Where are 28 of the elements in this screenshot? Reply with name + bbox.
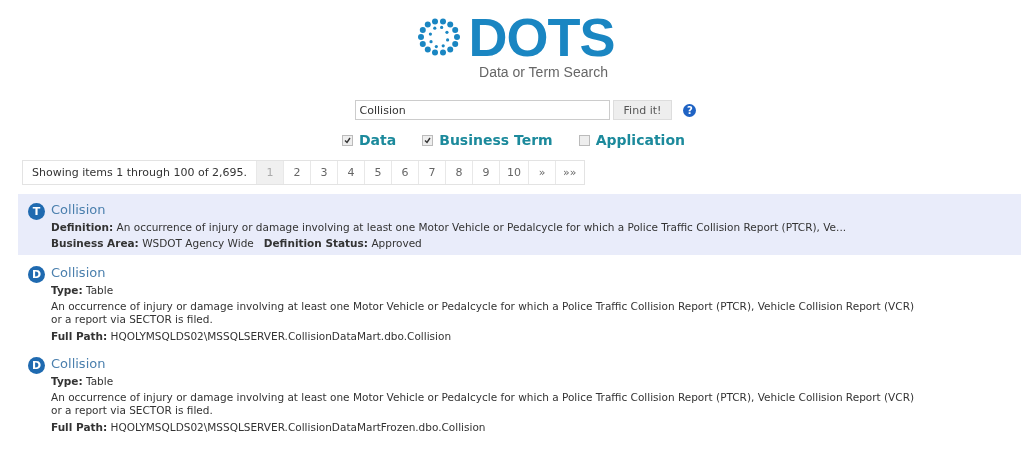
dots-logo-icon (416, 15, 463, 59)
result-title[interactable]: Collision (51, 356, 919, 371)
result-field: Definition: An occurrence of injury or damage involving at least one Motor Vehicle or Pedalcycle for which a Police Traffic Collision Report (PTCR), Ve... (51, 221, 847, 233)
result-title[interactable]: Collision (51, 265, 919, 280)
checkbox[interactable] (342, 134, 353, 146)
filter-label[interactable]: Data (359, 132, 397, 148)
results-summary: Showing items 1 through 100 of 2,695. (31, 165, 249, 181)
badge-icon: T (28, 203, 45, 220)
result-title[interactable]: Collision (51, 202, 847, 217)
find-button[interactable]: Find it! (612, 100, 673, 120)
logo-subtitle: Data or Term Search (479, 64, 608, 80)
search-field[interactable]: Collision (354, 100, 610, 120)
badge-icon: D (28, 357, 45, 374)
result-description: An occurrence of injury or damage involving at least one Motor Vehicle or Pedalcycle for which a Police Traffic Collision Report (PTCR), Vehicle Collision Report (VCR) or a report via SECTOR is filed. (51, 300, 916, 326)
result-field: Definition Status: Approved (263, 237, 422, 249)
logo-title: DOTS (468, 12, 615, 62)
filter-label[interactable]: Application (595, 132, 685, 148)
filter-label[interactable]: Business Term (439, 132, 553, 148)
result-field: Business Area: WSDOT Agency Wide (51, 237, 254, 249)
help-icon[interactable]: ? (683, 103, 697, 117)
result-description: An occurrence of injury or damage involving at least one Motor Vehicle or Pedalcycle for which a Police Traffic Collision Report (PTCR), Vehicle Collision Report (VCR) or a report via SECTOR is filed. (51, 391, 916, 417)
result-field: Full Path: HQOLYMSQLDS02\MSSQLSERVER.CollisionDataMart.dbo.Collision (51, 330, 452, 342)
checkbox[interactable] (422, 134, 434, 146)
badge-icon: D (28, 266, 45, 283)
result-field: Type: Table (51, 284, 114, 296)
result-field: Type: Table (51, 375, 114, 387)
checkbox[interactable] (578, 134, 590, 146)
result-field: Full Path: HQOLYMSQLDS02\MSSQLSERVER.CollisionDataMartFrozen.dbo.Collision (51, 421, 486, 433)
